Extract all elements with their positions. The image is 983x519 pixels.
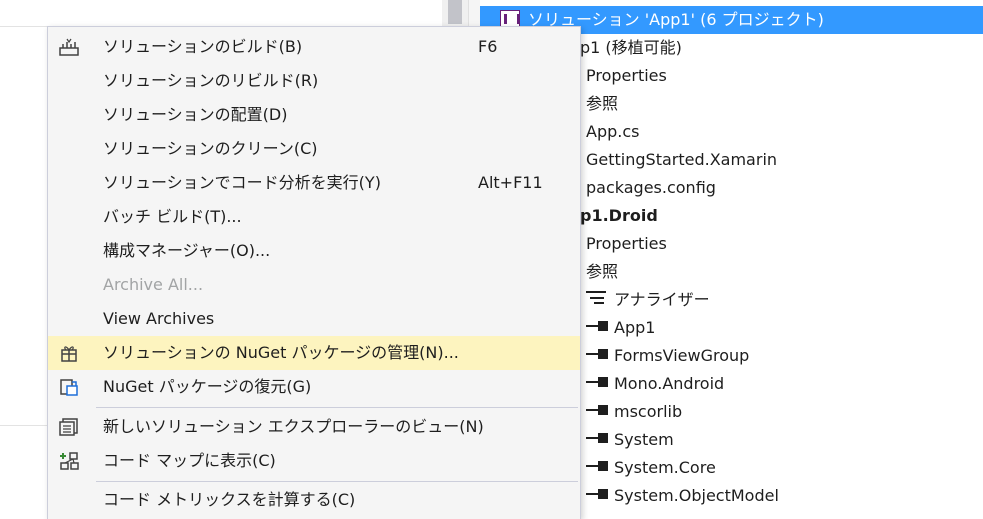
menu-item-label: コード マップに表示(C) <box>103 451 276 470</box>
menu-item-build-solution[interactable]: ソリューションのビルド(B) F6 <box>48 30 580 64</box>
reference-icon <box>586 376 608 388</box>
tree-item[interactable]: GettingStarted.Xamarin <box>586 146 777 174</box>
reference-icon <box>586 460 608 472</box>
menu-item-label: ソリューションのクリーン(C) <box>103 139 318 158</box>
reference-icon <box>586 348 608 360</box>
reference-icon <box>586 488 608 500</box>
tree-item-label: Properties <box>586 66 667 85</box>
restore-package-icon <box>58 377 80 397</box>
menu-item-archive-all: Archive All... <box>48 268 580 302</box>
tree-item-label: System <box>614 430 674 449</box>
menu-item-label: コード メトリックスを計算する(C) <box>103 490 356 509</box>
tree-item-label: App1 <box>614 318 656 337</box>
menu-separator <box>96 481 578 482</box>
tree-item[interactable]: 参照 <box>586 90 618 118</box>
tree-item-label: FormsViewGroup <box>614 346 750 365</box>
tree-item[interactable]: packages.config <box>586 174 716 202</box>
menu-item-label: バッチ ビルド(T)... <box>103 207 242 226</box>
tree-item[interactable]: Properties <box>586 230 667 258</box>
new-explorer-view-icon <box>58 417 80 437</box>
tree-item-reference[interactable]: FormsViewGroup <box>586 342 749 370</box>
tree-item-label: Properties <box>586 234 667 253</box>
tree-item-project[interactable]: p1.Droid <box>580 202 658 230</box>
tree-item-label: GettingStarted.Xamarin <box>586 150 778 169</box>
editor-divider-lower <box>0 425 48 426</box>
tree-item-label: アナライザー <box>614 290 710 309</box>
reference-icon <box>586 432 608 444</box>
nuget-package-icon <box>58 343 80 363</box>
menu-item-configuration-manager[interactable]: 構成マネージャー(O)... <box>48 234 580 268</box>
menu-item-label: ソリューションの NuGet パッケージの管理(N)... <box>103 343 459 362</box>
reference-icon <box>586 320 608 332</box>
tree-item-label: mscorlib <box>614 402 683 421</box>
tree-item-reference[interactable]: mscorlib <box>586 398 682 426</box>
menu-item-deploy-solution[interactable]: ソリューションの配置(D) <box>48 98 580 132</box>
code-map-icon <box>58 451 80 471</box>
menu-item-clean-solution[interactable]: ソリューションのクリーン(C) <box>48 132 580 166</box>
menu-item-label: View Archives <box>103 309 215 328</box>
tree-item-reference[interactable]: System.ObjectModel <box>586 482 779 510</box>
tree-item[interactable]: App.cs <box>586 118 639 146</box>
menu-item-label: ソリューションのビルド(B) <box>103 37 303 56</box>
menu-item-restore-nuget-packages[interactable]: NuGet パッケージの復元(G) <box>48 370 580 404</box>
tree-item-reference[interactable]: System.Core <box>586 454 716 482</box>
menu-item-label: ソリューションでコード分析を実行(Y) <box>103 173 381 192</box>
tree-item[interactable]: Properties <box>586 62 667 90</box>
tree-item-project[interactable]: p1 (移植可能) <box>580 34 682 62</box>
tree-item-label: App.cs <box>586 122 640 141</box>
tree-item[interactable]: アナライザー <box>586 286 710 314</box>
build-icon <box>58 37 80 57</box>
menu-item-calculate-code-metrics[interactable]: コード メトリックスを計算する(C) <box>48 483 580 517</box>
tree-item-label: Mono.Android <box>614 374 725 393</box>
menu-item-shortcut: F6 <box>478 37 498 56</box>
menu-item-label: Archive All... <box>103 275 204 294</box>
tree-item-label: System.ObjectModel <box>614 486 779 505</box>
menu-separator <box>96 407 578 408</box>
menu-item-view-archives[interactable]: View Archives <box>48 302 580 336</box>
menu-item-label: ソリューションのリビルド(R) <box>103 71 319 90</box>
menu-item-manage-nuget-packages[interactable]: ソリューションの NuGet パッケージの管理(N)... <box>48 336 580 370</box>
menu-item-rebuild-solution[interactable]: ソリューションのリビルド(R) <box>48 64 580 98</box>
menu-item-label: 新しいソリューション エクスプローラーのビュー(N) <box>103 417 484 436</box>
tree-item-label: 参照 <box>586 94 619 113</box>
analyzer-icon <box>586 291 606 305</box>
menu-item-shortcut: Alt+F11 <box>478 173 543 192</box>
tree-item-reference[interactable]: System <box>586 426 674 454</box>
tree-item-reference[interactable]: Mono.Android <box>586 370 724 398</box>
menu-item-batch-build[interactable]: バッチ ビルド(T)... <box>48 200 580 234</box>
tree-item-label: p1.Droid <box>580 206 658 225</box>
tree-item-label: 参照 <box>586 262 619 281</box>
menu-item-label: ソリューションの配置(D) <box>103 105 288 124</box>
tree-item-reference[interactable]: App1 <box>586 314 655 342</box>
tree-item-label: packages.config <box>586 178 716 197</box>
menu-item-label: 構成マネージャー(O)... <box>103 241 271 260</box>
tree-item-label: p1 (移植可能) <box>580 38 682 57</box>
tree-item-label: System.Core <box>614 458 716 477</box>
menu-item-label: NuGet パッケージの復元(G) <box>103 377 312 396</box>
tree-item[interactable]: 参照 <box>586 258 618 286</box>
menu-item-run-code-analysis[interactable]: ソリューションでコード分析を実行(Y) Alt+F11 <box>48 166 580 200</box>
menu-item-show-on-code-map[interactable]: コード マップに表示(C) <box>48 444 580 478</box>
editor-scrollbar-thumb[interactable] <box>448 0 462 24</box>
reference-icon <box>586 404 608 416</box>
menu-item-new-explorer-view[interactable]: 新しいソリューション エクスプローラーのビュー(N) <box>48 410 580 444</box>
context-menu: ソリューションのビルド(B) F6 ソリューションのリビルド(R) ソリューショ… <box>47 26 581 519</box>
